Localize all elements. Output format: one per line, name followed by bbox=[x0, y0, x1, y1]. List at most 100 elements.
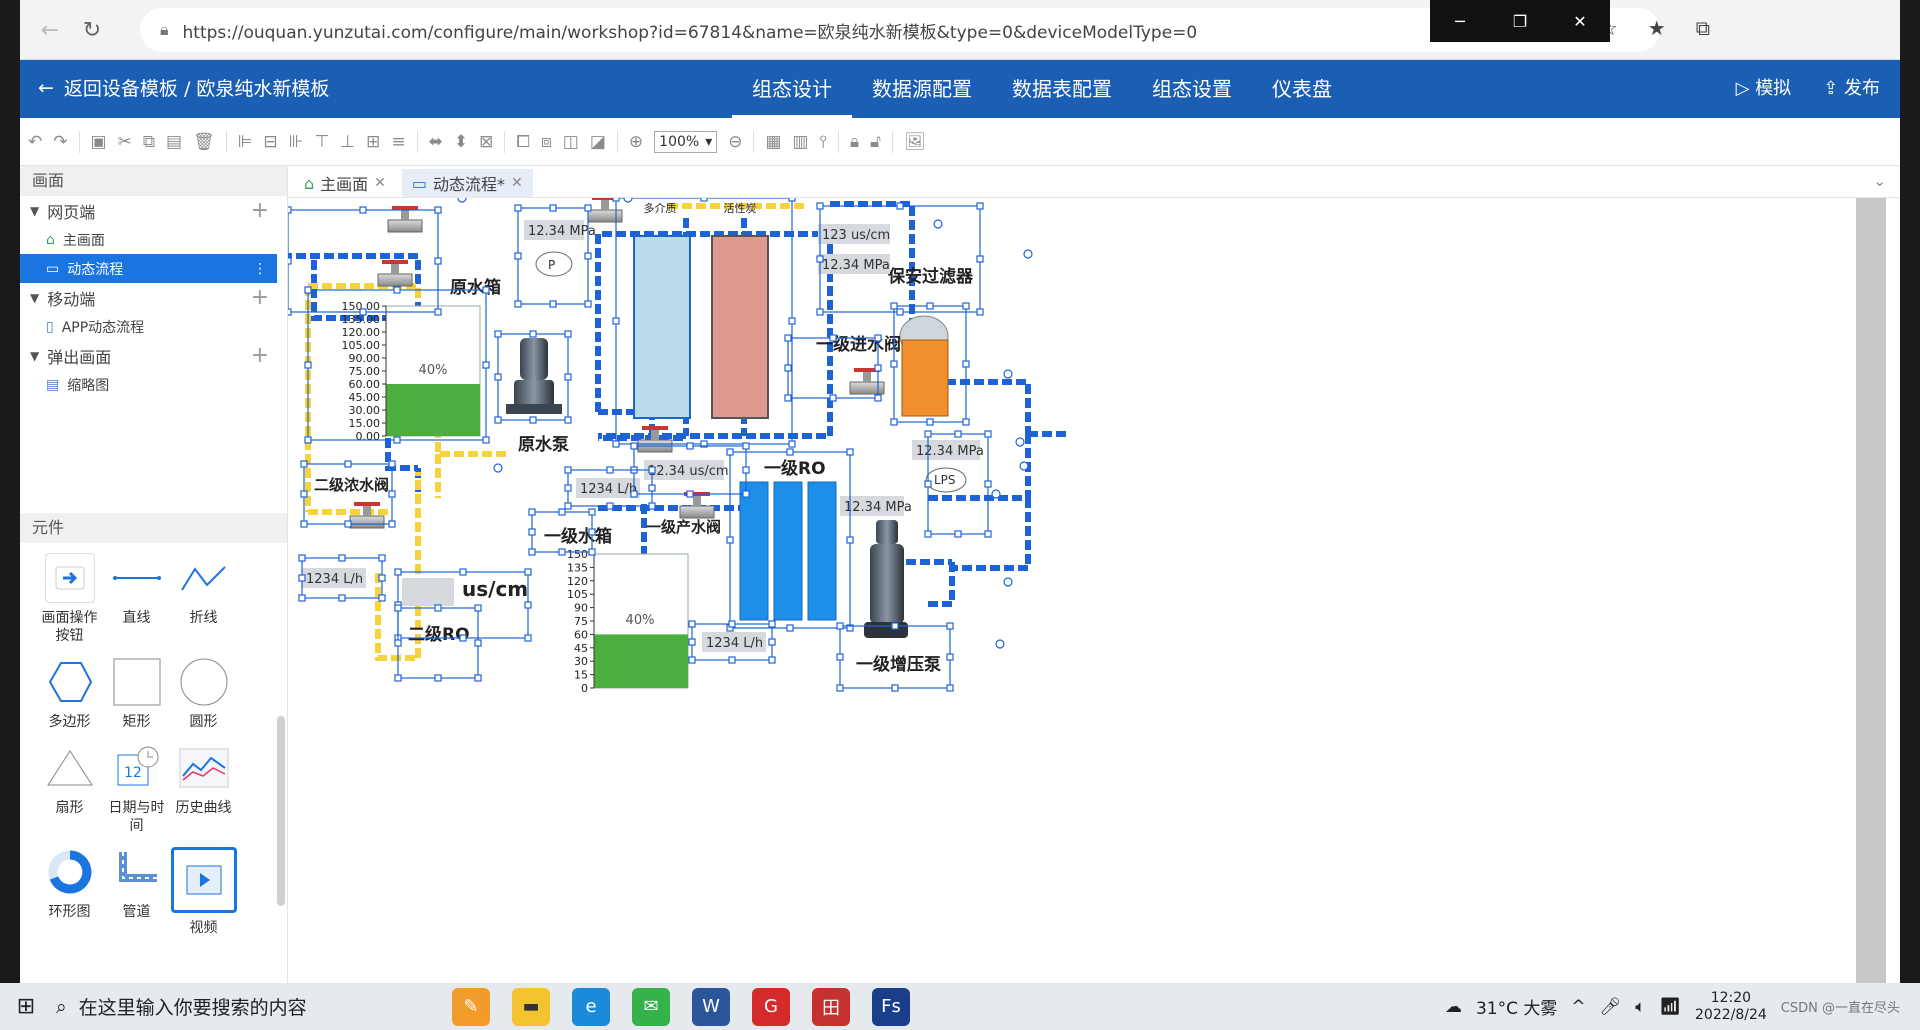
align-middle-icon[interactable]: ⊞ bbox=[366, 132, 380, 152]
align-left-icon[interactable]: ⊫ bbox=[238, 132, 253, 152]
align-top-icon[interactable]: ⊤ bbox=[314, 132, 329, 152]
resize-handle[interactable] bbox=[304, 436, 312, 444]
resize-handle[interactable] bbox=[816, 202, 824, 210]
grid-icon[interactable]: ▦ bbox=[765, 132, 781, 152]
copy-icon[interactable]: ⧉ bbox=[143, 132, 155, 152]
security-filter[interactable] bbox=[901, 339, 949, 417]
rotate-handle[interactable] bbox=[623, 193, 633, 203]
resize-handle[interactable] bbox=[606, 466, 614, 474]
resize-handle[interactable] bbox=[816, 308, 824, 316]
resize-handle[interactable] bbox=[338, 554, 346, 562]
ungroup-icon[interactable]: ⧈ bbox=[541, 132, 552, 152]
resize-handle[interactable] bbox=[688, 620, 696, 628]
resize-handle[interactable] bbox=[494, 373, 502, 381]
tab-settings[interactable]: 组态设置 bbox=[1132, 60, 1252, 118]
more-icon[interactable]: ⋮ bbox=[253, 261, 267, 277]
app-grid-icon[interactable]: 田 bbox=[812, 987, 850, 1026]
resize-handle[interactable] bbox=[896, 308, 904, 316]
resize-handle[interactable] bbox=[344, 520, 352, 528]
resize-handle[interactable] bbox=[564, 502, 572, 510]
save-icon[interactable]: ▣ bbox=[91, 132, 107, 152]
resize-handle[interactable] bbox=[890, 360, 898, 368]
resize-handle[interactable] bbox=[926, 302, 934, 310]
resize-handle[interactable] bbox=[946, 622, 954, 630]
resize-handle[interactable] bbox=[788, 317, 796, 325]
resize-handle[interactable] bbox=[378, 594, 386, 602]
resize-handle[interactable] bbox=[786, 448, 794, 456]
resize-handle[interactable] bbox=[482, 436, 490, 444]
zoom-select[interactable]: 100% ▾ bbox=[654, 130, 718, 153]
resize-handle[interactable] bbox=[388, 490, 396, 498]
resize-handle[interactable] bbox=[284, 206, 292, 214]
cut-icon[interactable]: ✂ bbox=[118, 132, 132, 152]
resize-handle[interactable] bbox=[434, 674, 442, 682]
resize-handle[interactable] bbox=[300, 490, 308, 498]
rotate-handle[interactable] bbox=[1003, 577, 1013, 587]
tree-item-dynamic-flow[interactable]: ▭ 动态流程 ⋮ bbox=[20, 254, 277, 283]
resize-handle[interactable] bbox=[528, 508, 536, 516]
valve[interactable] bbox=[849, 368, 885, 395]
resize-handle[interactable] bbox=[388, 460, 396, 468]
resize-handle[interactable] bbox=[768, 638, 776, 646]
resize-handle[interactable] bbox=[742, 490, 750, 498]
resize-handle[interactable] bbox=[284, 308, 292, 316]
resize-handle[interactable] bbox=[784, 394, 792, 402]
tree-group-web[interactable]: ▼ 网页端 + bbox=[20, 196, 287, 225]
resize-handle[interactable] bbox=[896, 202, 904, 210]
close-icon[interactable]: ✕ bbox=[1550, 0, 1610, 42]
resize-handle[interactable] bbox=[482, 361, 490, 369]
resize-handle[interactable] bbox=[558, 548, 566, 556]
resize-handle[interactable] bbox=[482, 286, 490, 294]
resize-handle[interactable] bbox=[984, 430, 992, 438]
resize-handle[interactable] bbox=[924, 480, 932, 488]
resize-handle[interactable] bbox=[434, 206, 442, 214]
resize-handle[interactable] bbox=[976, 308, 984, 316]
resize-handle[interactable] bbox=[874, 394, 882, 402]
resize-handle[interactable] bbox=[816, 255, 824, 263]
component-history-curve[interactable]: 历史曲线 bbox=[170, 743, 237, 835]
resize-handle[interactable] bbox=[891, 684, 899, 692]
resize-handle[interactable] bbox=[984, 480, 992, 488]
resize-handle[interactable] bbox=[298, 554, 306, 562]
component-sector[interactable]: 扇形 bbox=[36, 743, 103, 835]
rotate-handle[interactable] bbox=[1019, 461, 1029, 471]
resize-handle[interactable] bbox=[549, 300, 557, 308]
resize-handle[interactable] bbox=[612, 194, 620, 202]
resize-handle[interactable] bbox=[459, 568, 467, 576]
simulate-button[interactable]: ▷ 模拟 bbox=[1736, 74, 1792, 100]
resize-handle[interactable] bbox=[584, 300, 592, 308]
component-line[interactable]: 直线 bbox=[103, 553, 170, 645]
resize-handle[interactable] bbox=[829, 394, 837, 402]
resize-handle[interactable] bbox=[524, 601, 532, 609]
resize-handle[interactable] bbox=[564, 484, 572, 492]
resize-handle[interactable] bbox=[829, 334, 837, 342]
resize-handle[interactable] bbox=[528, 548, 536, 556]
align-bottom-icon[interactable]: ⊥ bbox=[340, 132, 355, 152]
resize-handle[interactable] bbox=[558, 508, 566, 516]
resize-handle[interactable] bbox=[359, 206, 367, 214]
clock[interactable]: 12:20 2022/8/24 bbox=[1695, 990, 1767, 1024]
same-height-icon[interactable]: ⬍ bbox=[454, 132, 468, 152]
zoom-in-icon[interactable]: ⊕ bbox=[629, 132, 643, 152]
rotate-handle[interactable] bbox=[457, 193, 467, 203]
resize-handle[interactable] bbox=[524, 568, 532, 576]
resize-handle[interactable] bbox=[648, 466, 656, 474]
group-icon[interactable]: ⧠ bbox=[516, 132, 530, 152]
tree-item-app-flow[interactable]: ▯ APP动态流程 bbox=[20, 312, 287, 341]
resize-handle[interactable] bbox=[564, 373, 572, 381]
resize-handle[interactable] bbox=[630, 490, 638, 498]
tab-dynamic-flow[interactable]: ▭ 动态流程* ✕ bbox=[401, 169, 533, 197]
resize-handle[interactable] bbox=[524, 634, 532, 642]
resize-handle[interactable] bbox=[926, 418, 934, 426]
resize-handle[interactable] bbox=[434, 257, 442, 265]
rotate-handle[interactable] bbox=[1003, 369, 1013, 379]
tab-design[interactable]: 组态设计 bbox=[732, 60, 852, 118]
resize-handle[interactable] bbox=[976, 202, 984, 210]
back-to-templates-link[interactable]: ← 返回设备模板 / 欧泉纯水新模板 bbox=[38, 74, 329, 101]
component-circle[interactable]: 圆形 bbox=[170, 657, 237, 731]
resize-handle[interactable] bbox=[394, 674, 402, 682]
tray-chevron-icon[interactable]: ^ bbox=[1571, 997, 1585, 1017]
resize-handle[interactable] bbox=[564, 416, 572, 424]
speaker-icon[interactable]: 🔈︎ bbox=[1635, 997, 1645, 1017]
ro-membrane-1[interactable] bbox=[739, 481, 769, 621]
